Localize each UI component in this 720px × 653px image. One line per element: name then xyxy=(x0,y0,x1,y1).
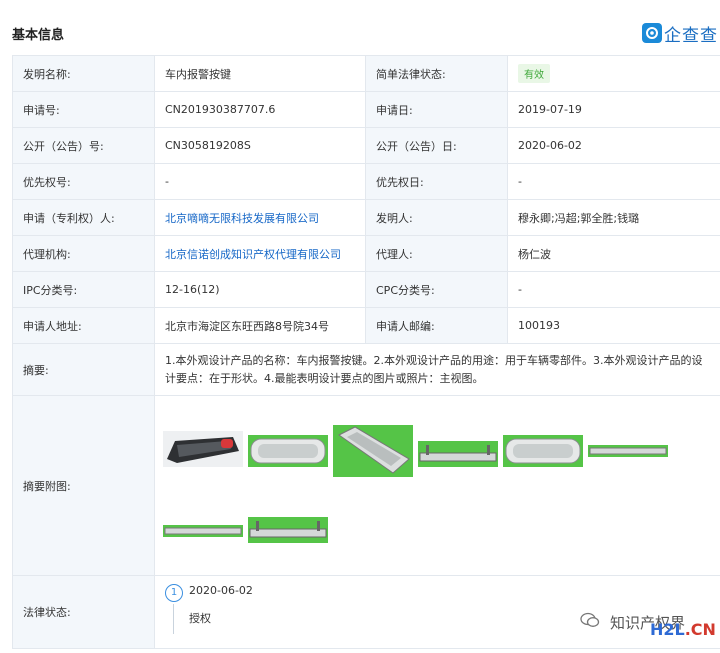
label-application-date: 申请日: xyxy=(365,91,508,128)
figure-gallery xyxy=(163,401,703,571)
value-cpc: - xyxy=(507,271,720,308)
label-cpc: CPC分类号: xyxy=(365,271,508,308)
label-priority-date: 优先权日: xyxy=(365,163,508,200)
figure-thumbnail[interactable] xyxy=(588,444,668,457)
value-publication-number: CN305819208S xyxy=(154,127,366,164)
label-abstract: 摘要: xyxy=(12,343,155,396)
figure-thumbnail[interactable] xyxy=(248,434,328,467)
legal-timeline: 1 2020-06-02 授权 xyxy=(155,576,720,648)
figure-thumbnail[interactable] xyxy=(163,430,243,467)
table-row: 发明名称: 车内报警按键 简单法律状态: 有效 xyxy=(12,55,720,92)
label-publication-number: 公开（公告）号: xyxy=(12,127,155,164)
table-row: 摘要附图: xyxy=(12,395,720,576)
table-row: 法律状态: 1 2020-06-02 授权 xyxy=(12,575,720,649)
table-row: 优先权号: - 优先权日: - xyxy=(12,163,720,200)
value-priority-number: - xyxy=(154,163,366,200)
table-row: 公开（公告）号: CN305819208S 公开（公告）日: 2020-06-0… xyxy=(12,127,720,164)
value-application-date: 2019-07-19 xyxy=(507,91,720,128)
table-row: 代理机构: 北京信诺创成知识产权代理有限公司 代理人: 杨仁波 xyxy=(12,235,720,272)
section-title: 基本信息 xyxy=(12,28,65,43)
qichacha-logo[interactable]: 企查查 xyxy=(642,22,718,46)
label-agency: 代理机构: xyxy=(12,235,155,272)
agency-link[interactable]: 北京信诺创成知识产权代理有限公司 xyxy=(165,248,341,261)
value-inventor: 穆永卿;冯超;郭全胜;钱璐 xyxy=(507,199,720,236)
label-legal-status: 简单法律状态: xyxy=(365,55,508,92)
value-priority-date: - xyxy=(507,163,720,200)
applicant-link[interactable]: 北京嘀嘀无限科技发展有限公司 xyxy=(165,212,319,225)
value-agent: 杨仁波 xyxy=(507,235,720,272)
label-inventor: 发明人: xyxy=(365,199,508,236)
figure-thumbnail[interactable] xyxy=(333,424,413,477)
label-applicant: 申请（专利权）人: xyxy=(12,199,155,236)
label-applicant-address: 申请人地址: xyxy=(12,307,155,344)
table-row: 申请人地址: 北京市海淀区东旺西路8号院34号 申请人邮编: 100193 xyxy=(12,307,720,344)
patent-info-table: 发明名称: 车内报警按键 简单法律状态: 有效 申请号: CN201930387… xyxy=(12,55,720,649)
value-application-number: CN201930387707.6 xyxy=(154,91,366,128)
table-row: IPC分类号: 12-16(12) CPC分类号: - xyxy=(12,271,720,308)
value-applicant-zip: 100193 xyxy=(507,307,720,344)
status-badge: 有效 xyxy=(518,64,550,83)
label-agent: 代理人: xyxy=(365,235,508,272)
timeline-step-number: 1 xyxy=(165,584,183,602)
figure-thumbnail[interactable] xyxy=(248,516,328,543)
figure-thumbnail[interactable] xyxy=(163,524,243,537)
logo-text: 企查查 xyxy=(664,25,718,46)
label-legal-status-history: 法律状态: xyxy=(12,575,155,649)
qichacha-logo-icon xyxy=(642,23,662,43)
timeline-date: 2020-06-02 xyxy=(189,584,253,597)
label-invention-name: 发明名称: xyxy=(12,55,155,92)
abstract-text: 1.本外观设计产品的名称：车内报警按键。2.本外观设计产品的用途：用于车辆零部件… xyxy=(154,343,720,396)
label-ipc: IPC分类号: xyxy=(12,271,155,308)
table-row: 申请号: CN201930387707.6 申请日: 2019-07-19 xyxy=(12,91,720,128)
value-publication-date: 2020-06-02 xyxy=(507,127,720,164)
value-ipc: 12-16(12) xyxy=(154,271,366,308)
label-application-number: 申请号: xyxy=(12,91,155,128)
header: 基本信息 企查查 xyxy=(0,0,720,56)
label-figures: 摘要附图: xyxy=(12,395,155,576)
table-row: 申请（专利权）人: 北京嘀嘀无限科技发展有限公司 发明人: 穆永卿;冯超;郭全胜… xyxy=(12,199,720,236)
label-publication-date: 公开（公告）日: xyxy=(365,127,508,164)
value-invention-name: 车内报警按键 xyxy=(154,55,366,92)
timeline-status: 授权 xyxy=(189,612,211,625)
table-row: 摘要: 1.本外观设计产品的名称：车内报警按键。2.本外观设计产品的用途：用于车… xyxy=(12,343,720,396)
figure-thumbnail[interactable] xyxy=(418,440,498,467)
timeline-connector xyxy=(173,604,174,634)
label-applicant-zip: 申请人邮编: xyxy=(365,307,508,344)
value-applicant-address: 北京市海淀区东旺西路8号院34号 xyxy=(154,307,366,344)
label-priority-number: 优先权号: xyxy=(12,163,155,200)
figure-thumbnail[interactable] xyxy=(503,434,583,467)
